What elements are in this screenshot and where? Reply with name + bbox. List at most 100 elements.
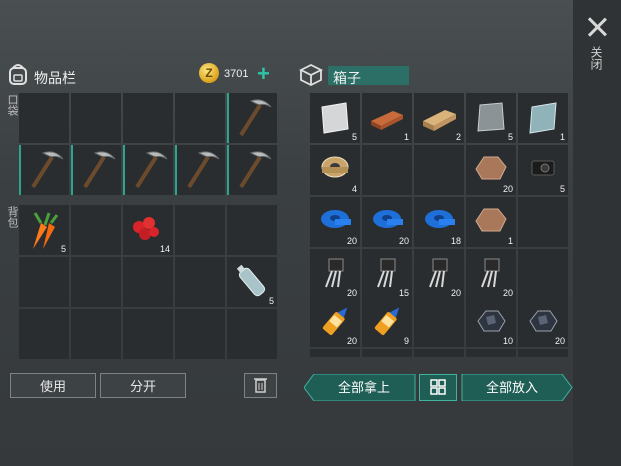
pocket-slot-pickaxe[interactable] [227, 93, 277, 143]
chest-slot[interactable] [362, 349, 412, 357]
split-button[interactable]: 分开 [100, 373, 186, 398]
pocket-slot[interactable] [175, 93, 225, 143]
chest-slot-coal[interactable]: 20 [518, 297, 568, 347]
backpack-slot[interactable] [19, 309, 69, 359]
chest-slot-ore[interactable]: 20 [466, 145, 516, 195]
backpack-slot[interactable] [19, 257, 69, 307]
pocket-slot-pickaxe[interactable] [71, 145, 121, 195]
item-count: 20 [346, 336, 357, 346]
pocket-label: 口袋 [6, 94, 18, 116]
backpack-slot[interactable] [71, 205, 121, 255]
pickaxe-icon [135, 151, 168, 189]
chest-slot-wood-plank[interactable]: 2 [414, 93, 464, 143]
item-count: 1 [507, 236, 513, 246]
backpack-slot[interactable] [123, 257, 173, 307]
item-count: 1 [403, 132, 409, 142]
chest-slot[interactable] [466, 349, 516, 357]
chest-slot-copper-bar[interactable]: 1 [362, 93, 412, 143]
chest-slot-tape[interactable]: 20 [310, 197, 360, 247]
pickaxe-icon [187, 151, 220, 189]
chest-slot-wire-spool[interactable]: 4 [310, 145, 360, 195]
grid-icon [430, 379, 446, 395]
item-count: 14 [159, 244, 170, 254]
chest-slot-transistor[interactable]: 20 [466, 249, 516, 299]
put-all-button[interactable]: 全部放入 [462, 374, 562, 401]
item-count: 20 [554, 336, 565, 346]
inventory-title: 物品栏 [34, 70, 76, 86]
chest-slot[interactable] [414, 297, 464, 347]
chest-slot-transistor[interactable]: 20 [310, 249, 360, 299]
trash-icon [254, 378, 267, 393]
item-count: 20 [502, 184, 513, 194]
item-count: 1 [559, 132, 565, 142]
backpack-label: 背包 [6, 206, 18, 228]
close-icon[interactable] [586, 16, 608, 38]
currency-count: 3701 [224, 68, 249, 80]
backpack-slot[interactable] [123, 309, 173, 359]
chest-slot-camera[interactable]: 5 [518, 145, 568, 195]
pocket-slot-pickaxe[interactable] [227, 145, 277, 195]
item-count: 5 [351, 132, 357, 142]
item-count: 5 [507, 132, 513, 142]
chest-slot-glass[interactable]: 1 [518, 93, 568, 143]
item-count: 4 [351, 184, 357, 194]
pocket-slot-pickaxe[interactable] [175, 145, 225, 195]
chest-slot[interactable] [518, 349, 568, 357]
backpack-slot[interactable] [175, 309, 225, 359]
add-currency-button[interactable]: + [257, 63, 270, 85]
backpack-slot-bottle[interactable]: 5 [227, 257, 277, 307]
close-label[interactable]: 关闭 [589, 46, 603, 70]
item-count: 9 [403, 336, 409, 346]
backpack-slot[interactable] [71, 257, 121, 307]
chest-slot[interactable] [362, 145, 412, 195]
item-count: 5 [559, 184, 565, 194]
item-count: 5 [268, 296, 274, 306]
pocket-slot[interactable] [123, 93, 173, 143]
backpack-slot[interactable] [71, 309, 121, 359]
chest-slot-coal[interactable]: 10 [466, 297, 516, 347]
chest-slot-metal-sheet[interactable]: 5 [310, 93, 360, 143]
pocket-slot[interactable] [71, 93, 121, 143]
backpack-slot-carrot[interactable]: 5 [19, 205, 69, 255]
pickaxe-icon [239, 151, 272, 189]
item-count: 18 [450, 236, 461, 246]
use-button[interactable]: 使用 [10, 373, 96, 398]
chest-slot[interactable] [518, 249, 568, 299]
sort-grid-button[interactable] [419, 374, 457, 401]
chest-icon [298, 63, 324, 86]
pocket-slot-pickaxe[interactable] [19, 145, 69, 195]
pocket-slot-pickaxe[interactable] [123, 145, 173, 195]
item-count: 10 [502, 336, 513, 346]
backpack-slot[interactable] [227, 205, 277, 255]
chest-slot-tape[interactable]: 18 [414, 197, 464, 247]
backpack-slot[interactable] [175, 205, 225, 255]
chest-slot-transistor[interactable]: 15 [362, 249, 412, 299]
chest-slot[interactable] [414, 349, 464, 357]
coin-icon: Z [199, 63, 219, 83]
pocket-slot[interactable] [19, 93, 69, 143]
chest-name-field[interactable]: 箱子 [328, 66, 409, 86]
chest-slot-glue[interactable]: 20 [310, 297, 360, 347]
backpack-icon [9, 64, 27, 85]
chest-slot[interactable] [310, 349, 360, 357]
backpack-slot[interactable] [227, 309, 277, 359]
chest-slot[interactable] [518, 197, 568, 247]
chest-slot-steel-plate[interactable]: 5 [466, 93, 516, 143]
item-count: 20 [346, 236, 357, 246]
item-count: 20 [398, 236, 409, 246]
pickaxe-icon [83, 151, 116, 189]
trash-button[interactable] [244, 373, 277, 398]
item-count: 5 [60, 244, 66, 254]
chest-slot-tape[interactable]: 20 [362, 197, 412, 247]
chest-slot-ore[interactable]: 1 [466, 197, 516, 247]
chest-slot[interactable] [414, 145, 464, 195]
chest-slot-transistor[interactable]: 20 [414, 249, 464, 299]
chest-slot-glue[interactable]: 9 [362, 297, 412, 347]
pickaxe-icon [31, 151, 64, 189]
backpack-slot-berries[interactable]: 14 [123, 205, 173, 255]
backpack-slot[interactable] [175, 257, 225, 307]
chest-name: 箱子 [333, 70, 361, 86]
take-all-button[interactable]: 全部拿上 [314, 374, 414, 401]
item-count: 2 [455, 132, 461, 142]
pickaxe-icon [239, 99, 272, 137]
